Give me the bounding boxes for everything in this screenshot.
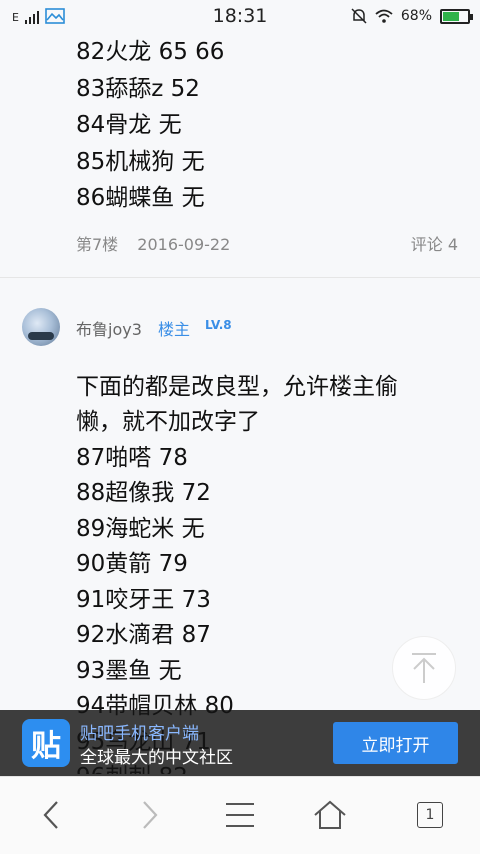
forward-button[interactable] [130, 795, 170, 835]
post-line: 懒，就不加改字了 [76, 409, 260, 435]
avatar[interactable] [22, 307, 60, 346]
post-author-row: 布鲁joy3 楼主 LV.8 [0, 307, 480, 372]
post-floor-7: 82火龙 65 66 83舔舔z 52 84骨龙 无 85机械狗 无 86蝴蝶鱼 无 第… [0, 32, 480, 255]
status-right: 68% [351, 7, 473, 25]
post-line: 86蝴蝶鱼 无 [76, 185, 205, 211]
comment-count: 4 [447, 234, 458, 254]
scroll-top-button[interactable] [392, 636, 456, 700]
chevron-right-icon [143, 801, 158, 829]
chevron-left-icon [43, 801, 58, 829]
post-line: 89海蛇米 无 [76, 515, 205, 542]
post-line: 87啪嗒 78 [76, 444, 188, 471]
post-line: 88超像我 72 [76, 480, 211, 506]
home-icon [314, 800, 346, 829]
mute-icon [351, 8, 367, 24]
post-line: 90黄箭 79 [76, 551, 188, 577]
home-button[interactable] [310, 795, 350, 835]
post-line: 下面的都是改良型，允许楼主偷 [76, 373, 398, 400]
status-bar: E 18:31 68% [0, 0, 480, 32]
arrow-up-icon [412, 653, 436, 683]
op-badge: 楼主 [158, 319, 191, 339]
tabs-button[interactable]: 1 [410, 795, 450, 835]
post-meta: 第7楼 2016-09-22 评论 4 [76, 231, 458, 255]
menu-icon [226, 803, 254, 827]
post-line: 83舔舔z 52 [76, 75, 200, 102]
author-name[interactable]: 布鲁joy3 [76, 316, 142, 340]
floor-number: 第7楼 [76, 234, 119, 254]
browser-bottom-nav: 1 [0, 776, 480, 854]
tab-count: 1 [417, 802, 443, 828]
menu-button[interactable] [220, 795, 260, 835]
app-download-banner: 贴 贴吧手机客户端 全球最大的中文社区 立即打开 [0, 710, 480, 776]
level-badge: LV.8 [205, 317, 232, 332]
comment-link[interactable]: 评论 4 [411, 231, 458, 255]
post-divider [0, 276, 480, 278]
post-line: 82火龙 65 66 [76, 39, 225, 65]
battery-fill [443, 11, 460, 21]
back-button[interactable] [31, 795, 71, 835]
battery-icon [440, 8, 473, 24]
post-date: 2016-09-22 [137, 234, 231, 254]
wifi-icon [375, 9, 393, 23]
post-line: 85机械狗 无 [76, 148, 205, 175]
tieba-app-icon: 贴 [22, 719, 70, 767]
comment-label: 评论 [410, 234, 443, 254]
post-line: 91咬牙王 73 [76, 586, 211, 613]
post-line: 84骨龙 无 [76, 112, 182, 138]
banner-subtitle: 全球最大的中文社区 [80, 748, 233, 768]
open-app-button[interactable]: 立即打开 [333, 722, 458, 764]
battery-percent: 68% [400, 8, 432, 24]
post-body: 82火龙 65 66 83舔舔z 52 84骨龙 无 85机械狗 无 86蝴蝶鱼 无 [76, 34, 458, 217]
banner-title: 贴吧手机客户端 [80, 724, 199, 744]
app-icon-char: 贴 [31, 729, 61, 764]
